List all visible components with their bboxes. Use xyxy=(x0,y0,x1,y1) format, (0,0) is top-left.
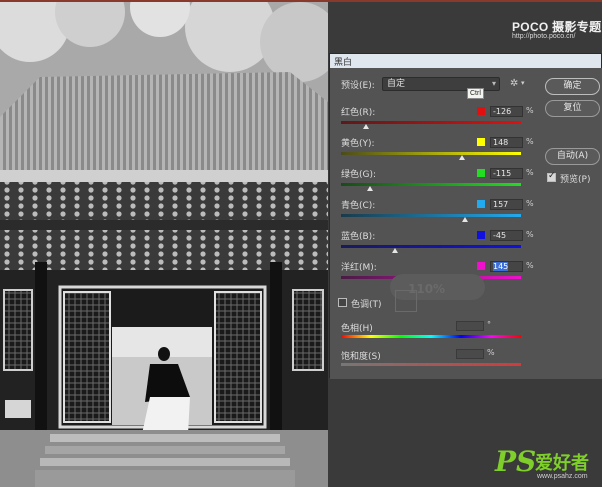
preview-label: 预览(P) xyxy=(560,175,591,185)
slider-thumb[interactable] xyxy=(462,217,469,222)
slider-value-text: -115 xyxy=(493,169,512,178)
chevron-down-icon: ▾ xyxy=(491,79,496,88)
slider-value-input[interactable]: -115 xyxy=(490,168,523,179)
saturation-label: 饱和度(S) xyxy=(341,352,381,362)
saturation-unit: % xyxy=(487,348,495,357)
slider-value-input[interactable]: -126 xyxy=(490,106,523,117)
slider-thumb[interactable] xyxy=(366,186,373,191)
slider-value-text: 148 xyxy=(493,138,509,147)
dialog-title: 黑白 xyxy=(334,58,353,68)
percent-unit: % xyxy=(526,199,534,208)
grayscale-photo xyxy=(0,2,328,487)
color-swatch xyxy=(477,200,485,208)
ps-logo-text: PS xyxy=(495,445,537,478)
slider-label: 黄色(Y): xyxy=(341,139,375,149)
ps-logo-cn: 爱好者 xyxy=(535,453,589,474)
slider-thumb[interactable] xyxy=(458,155,465,160)
hue-slider-track[interactable] xyxy=(341,335,521,338)
tint-label: 色调(T) xyxy=(351,300,382,310)
dialog-titlebar[interactable]: 黑白 xyxy=(330,54,601,68)
reset-button[interactable]: 复位 xyxy=(545,100,600,117)
preset-label: 预设(E): xyxy=(341,81,375,91)
preset-value: 自定 xyxy=(387,79,406,89)
slider-value-input[interactable]: 148 xyxy=(490,137,523,148)
slider-track[interactable] xyxy=(341,152,521,155)
hue-unit: ° xyxy=(487,320,491,329)
tint-checkbox[interactable] xyxy=(338,298,347,307)
percent-unit: % xyxy=(526,261,534,270)
ps-site-text: www.psahz.com xyxy=(537,473,588,480)
preview-checkbox[interactable] xyxy=(547,171,556,182)
slider-value-text: 145 xyxy=(493,262,509,271)
ok-button[interactable]: 确定 xyxy=(545,78,600,95)
black-white-dialog: 黑白 预设(E): 自定 ▾ Ctrl ✲ ▾ 确定 复位 自动(A) 预览(P… xyxy=(329,53,602,379)
auto-button[interactable]: 自动(A) xyxy=(545,148,600,165)
saturation-slider-track[interactable] xyxy=(341,363,521,366)
ghost-zoom-text: 110% xyxy=(408,282,446,296)
slider-thumb[interactable] xyxy=(363,124,370,129)
color-swatch xyxy=(477,107,485,115)
slider-label: 蓝色(B): xyxy=(341,232,376,242)
slider-track[interactable] xyxy=(341,245,521,248)
slider-thumb[interactable] xyxy=(392,248,398,253)
saturation-input[interactable] xyxy=(456,349,484,359)
slider-track[interactable] xyxy=(341,214,521,217)
dialog-body: 预设(E): 自定 ▾ Ctrl ✲ ▾ 确定 复位 自动(A) 预览(P) 红… xyxy=(330,68,602,379)
percent-unit: % xyxy=(526,137,534,146)
slider-label: 绿色(G): xyxy=(341,170,377,180)
slider-label: 青色(C): xyxy=(341,201,376,211)
gear-icon[interactable]: ✲ xyxy=(510,78,518,89)
slider-value-input[interactable]: 157 xyxy=(490,199,523,210)
psahz-logo: PS 爱好者 www.psahz.com xyxy=(495,445,600,485)
slider-value-input[interactable]: 145 xyxy=(490,261,523,272)
poco-url-watermark: http://photo.poco.cn/ xyxy=(512,33,576,40)
slider-label: 洋红(M): xyxy=(341,263,377,273)
slider-label: 红色(R): xyxy=(341,108,376,118)
percent-unit: % xyxy=(526,230,534,239)
slider-value-text: 157 xyxy=(493,200,509,209)
hue-input[interactable] xyxy=(456,321,484,331)
hue-label: 色相(H) xyxy=(341,324,373,334)
color-swatch xyxy=(477,262,485,270)
slider-value-text: -45 xyxy=(493,231,507,240)
slider-value-text: -126 xyxy=(493,107,512,116)
color-swatch xyxy=(477,231,485,239)
color-swatch xyxy=(477,169,485,177)
tooltip: Ctrl xyxy=(467,88,484,99)
percent-unit: % xyxy=(526,168,534,177)
percent-unit: % xyxy=(526,106,534,115)
slider-value-input[interactable]: -45 xyxy=(490,230,523,241)
gear-menu-caret-icon: ▾ xyxy=(521,79,525,87)
color-swatch xyxy=(477,138,485,146)
